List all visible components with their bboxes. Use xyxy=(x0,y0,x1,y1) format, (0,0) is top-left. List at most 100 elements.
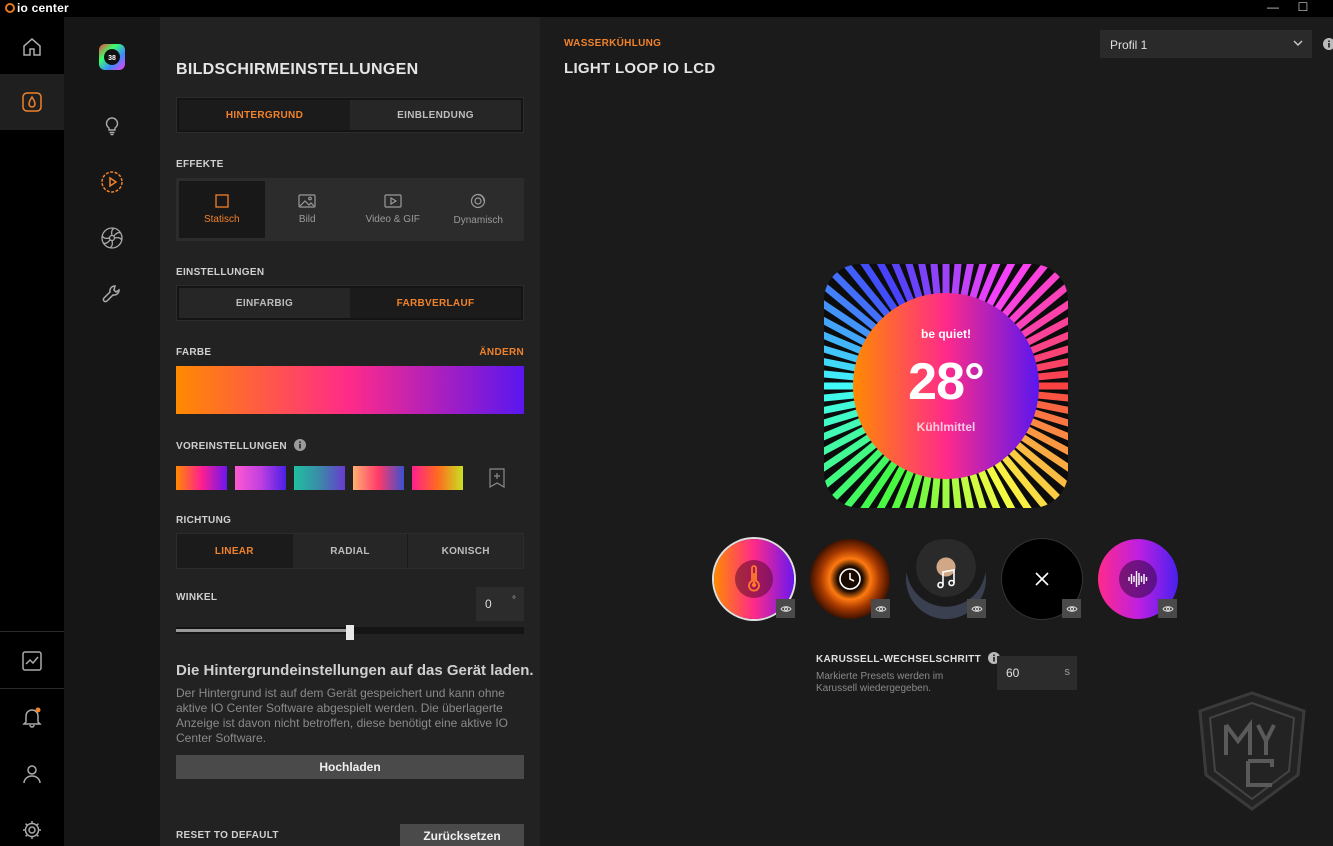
water-drop-icon xyxy=(22,92,42,112)
add-preset-button[interactable] xyxy=(487,467,507,489)
visibility-toggle[interactable] xyxy=(1158,599,1177,618)
effect-video-label: Video & GIF xyxy=(365,214,420,225)
eye-icon xyxy=(1161,605,1174,612)
carousel-interval-input[interactable]: 60 s xyxy=(997,656,1077,690)
effects-label: EFFEKTE xyxy=(176,159,224,170)
chevron-down-icon xyxy=(1293,40,1303,46)
nav-watercooling[interactable] xyxy=(0,74,64,130)
wrench-icon xyxy=(102,285,120,303)
nav-monitoring[interactable] xyxy=(0,633,64,689)
display-play-icon xyxy=(101,171,123,193)
sub-nav-lighting[interactable] xyxy=(94,108,130,144)
app-logo: io center xyxy=(5,1,69,15)
visibility-toggle[interactable] xyxy=(871,599,890,618)
option-gradient[interactable]: FARBVERLAUF xyxy=(350,288,521,318)
nav-account[interactable] xyxy=(0,746,64,802)
presets-label-text: VOREINSTELLUNGEN xyxy=(176,441,287,452)
direction-linear[interactable]: LINEAR xyxy=(177,534,292,568)
screen-settings-panel: BILDSCHIRMEINSTELLUNGEN HINTERGRUND EINB… xyxy=(160,17,540,846)
preset-swatch[interactable] xyxy=(294,466,345,490)
direction-selector: LINEAR RADIAL KONISCH xyxy=(176,533,524,569)
x-icon xyxy=(1035,572,1049,586)
presets-label: VOREINSTELLUNGEN xyxy=(176,439,307,452)
angle-input[interactable]: 0 ° xyxy=(476,587,524,621)
user-icon xyxy=(23,765,41,784)
effect-dynamic[interactable]: Dynamisch xyxy=(436,181,522,238)
color-label: FARBE xyxy=(176,347,212,358)
minimize-button[interactable]: — xyxy=(1263,0,1283,14)
dynamic-icon xyxy=(471,193,486,209)
soundwave-icon xyxy=(1119,560,1157,598)
home-icon xyxy=(23,38,41,56)
lightbulb-icon xyxy=(105,117,119,136)
color-mode-selector: EINFARBIG FARBVERLAUF xyxy=(176,285,524,321)
effect-video-gif[interactable]: Video & GIF xyxy=(350,181,436,238)
sub-nav-fans[interactable] xyxy=(94,220,130,256)
option-single-color[interactable]: EINFARBIG xyxy=(179,288,350,318)
angle-slider-fill xyxy=(176,629,350,632)
preset-swatch[interactable] xyxy=(235,466,286,490)
preset-swatch[interactable] xyxy=(353,466,404,490)
bell-icon xyxy=(22,707,42,728)
nav-settings[interactable] xyxy=(0,802,64,846)
panel-title: BILDSCHIRMEINSTELLUNGEN xyxy=(176,61,419,78)
svg-text:38: 38 xyxy=(108,55,116,62)
nav-notifications[interactable] xyxy=(0,689,64,745)
direction-label: RICHTUNG xyxy=(176,515,232,526)
direction-conic[interactable]: KONISCH xyxy=(407,534,524,568)
info-icon[interactable] xyxy=(1323,38,1333,50)
angle-label: WINKEL xyxy=(176,592,218,603)
lcd-brand: be quiet! xyxy=(921,327,971,341)
device-name: LIGHT LOOP IO LCD xyxy=(564,60,716,77)
visibility-toggle[interactable] xyxy=(1062,599,1081,618)
reset-button[interactable]: Zurücksetzen xyxy=(400,824,524,846)
effect-dynamic-label: Dynamisch xyxy=(453,215,503,226)
color-gradient-preview[interactable] xyxy=(176,366,524,414)
lcd-temperature: 28° xyxy=(908,353,985,411)
angle-slider-handle[interactable] xyxy=(346,625,354,640)
carousel-interval-label: KARUSSELL-WECHSELSCHRITT xyxy=(816,652,1001,665)
device-thumbnail[interactable]: 38 xyxy=(94,39,130,75)
sub-nav-tools[interactable] xyxy=(94,276,130,312)
sub-nav-display[interactable] xyxy=(94,164,130,200)
divider xyxy=(0,631,64,632)
tab-background[interactable]: HINTERGRUND xyxy=(179,100,350,130)
angle-value: 0 xyxy=(485,597,492,611)
eye-icon xyxy=(970,605,983,612)
visibility-toggle[interactable] xyxy=(776,599,795,618)
angle-slider[interactable] xyxy=(176,625,524,640)
effect-static[interactable]: Statisch xyxy=(179,181,265,238)
direction-radial[interactable]: RADIAL xyxy=(291,534,408,568)
effect-image[interactable]: Bild xyxy=(265,181,351,238)
thermometer-icon xyxy=(735,560,773,598)
tab-overlay[interactable]: EINBLENDUNG xyxy=(350,100,521,130)
lcd-device-icon: 38 xyxy=(99,44,125,70)
profile-selected: Profil 1 xyxy=(1110,38,1148,52)
eye-icon xyxy=(1065,605,1078,612)
angle-unit: ° xyxy=(512,595,516,606)
info-icon[interactable] xyxy=(294,439,307,451)
change-color-link[interactable]: ÄNDERN xyxy=(479,347,524,358)
title-bar: io center — ☐ xyxy=(0,0,1333,17)
preset-swatch[interactable] xyxy=(176,466,227,490)
device-preview-area: WASSERKÜHLUNG LIGHT LOOP IO LCD Profil 1… xyxy=(540,17,1333,846)
maximize-button[interactable]: ☐ xyxy=(1293,0,1313,14)
profile-dropdown[interactable]: Profil 1 xyxy=(1100,30,1312,58)
nav-home[interactable] xyxy=(0,19,64,75)
carousel-interval-label-text: KARUSSELL-WECHSELSCHRITT xyxy=(816,654,981,665)
music-note-icon xyxy=(937,569,955,589)
image-icon xyxy=(298,194,316,208)
upload-button[interactable]: Hochladen xyxy=(176,755,524,779)
lcd-caption: Kühlmittel xyxy=(916,420,976,434)
bookmark-plus-icon xyxy=(489,468,505,488)
device-category: WASSERKÜHLUNG xyxy=(564,38,662,49)
visibility-toggle[interactable] xyxy=(967,599,986,618)
app-brand-text: io center xyxy=(17,1,69,15)
eye-icon xyxy=(874,605,887,612)
preset-swatch[interactable] xyxy=(412,466,463,490)
carousel-description: Markierte Presets werden im Karussell wi… xyxy=(816,671,944,694)
chart-icon xyxy=(22,651,42,671)
upload-title: Die Hintergrundeinstellungen auf das Ger… xyxy=(176,662,534,679)
main-navigation xyxy=(0,17,64,846)
settings-label: EINSTELLUNGEN xyxy=(176,267,265,278)
